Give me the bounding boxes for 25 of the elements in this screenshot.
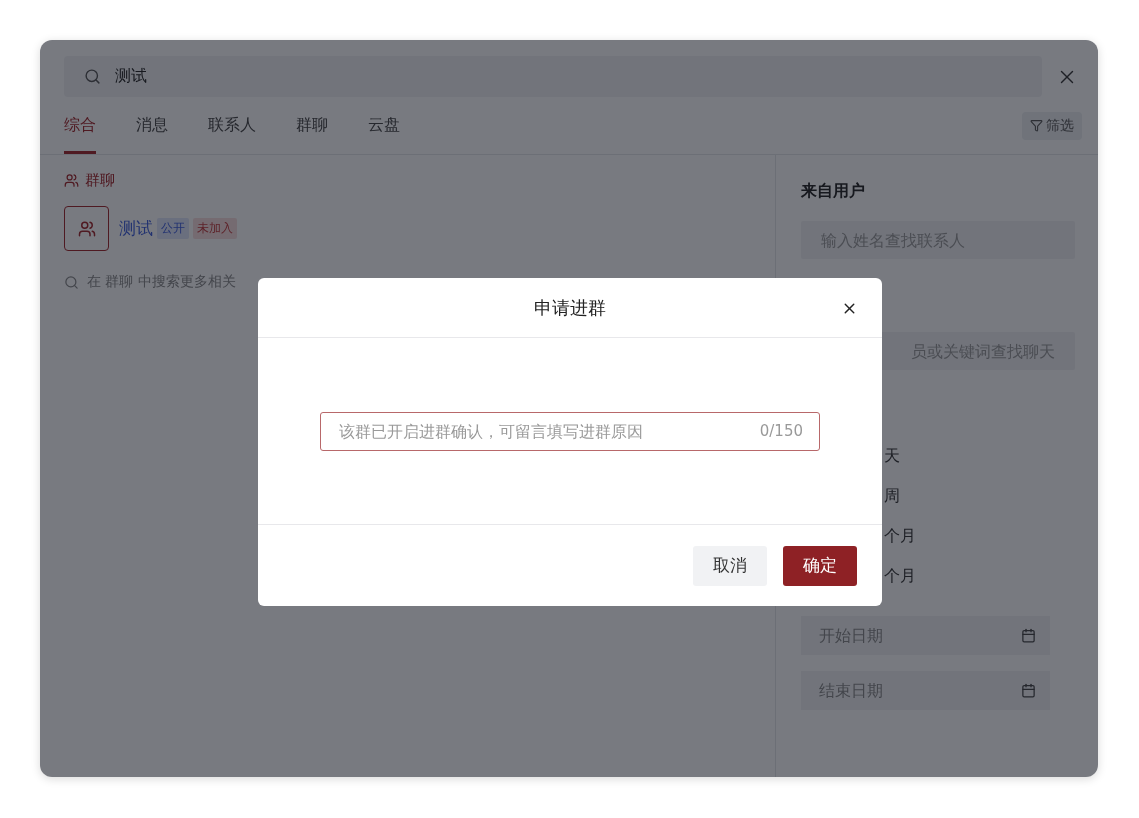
filter-icon bbox=[1030, 119, 1043, 132]
group-tag: 未加入 bbox=[193, 218, 237, 239]
group-tag: 公开 bbox=[157, 218, 189, 239]
group-avatar bbox=[64, 206, 109, 251]
tab[interactable]: 联系人 bbox=[208, 109, 256, 154]
calendar-icon[interactable] bbox=[1021, 683, 1036, 698]
tab[interactable]: 云盘 bbox=[368, 109, 400, 154]
filter-label: 来自用户 bbox=[801, 181, 866, 202]
reason-box[interactable]: 该群已开启进群确认，可留言填写进群原因 0/150 bbox=[320, 411, 820, 451]
calendar-icon[interactable] bbox=[1021, 628, 1036, 643]
search-icon bbox=[84, 68, 101, 85]
dialog-title: 申请进群 bbox=[534, 295, 606, 320]
search-input[interactable]: 测试 bbox=[113, 66, 1022, 87]
search-icon bbox=[64, 274, 79, 290]
tab[interactable]: 消息 bbox=[136, 109, 168, 154]
filter-button[interactable]: 筛选 bbox=[1022, 111, 1082, 140]
section-title: 群聊 bbox=[85, 171, 115, 190]
character-counter: 0/150 bbox=[759, 422, 803, 440]
tab[interactable]: 群聊 bbox=[296, 109, 328, 154]
search-bar[interactable]: 测试 bbox=[64, 56, 1042, 97]
confirm-button[interactable]: 确定 bbox=[783, 545, 857, 586]
tab[interactable]: 综合 bbox=[64, 109, 96, 154]
group-name[interactable]: 测试 bbox=[119, 217, 153, 240]
cancel-button[interactable]: 取消 bbox=[693, 545, 767, 586]
users-icon bbox=[64, 173, 79, 188]
